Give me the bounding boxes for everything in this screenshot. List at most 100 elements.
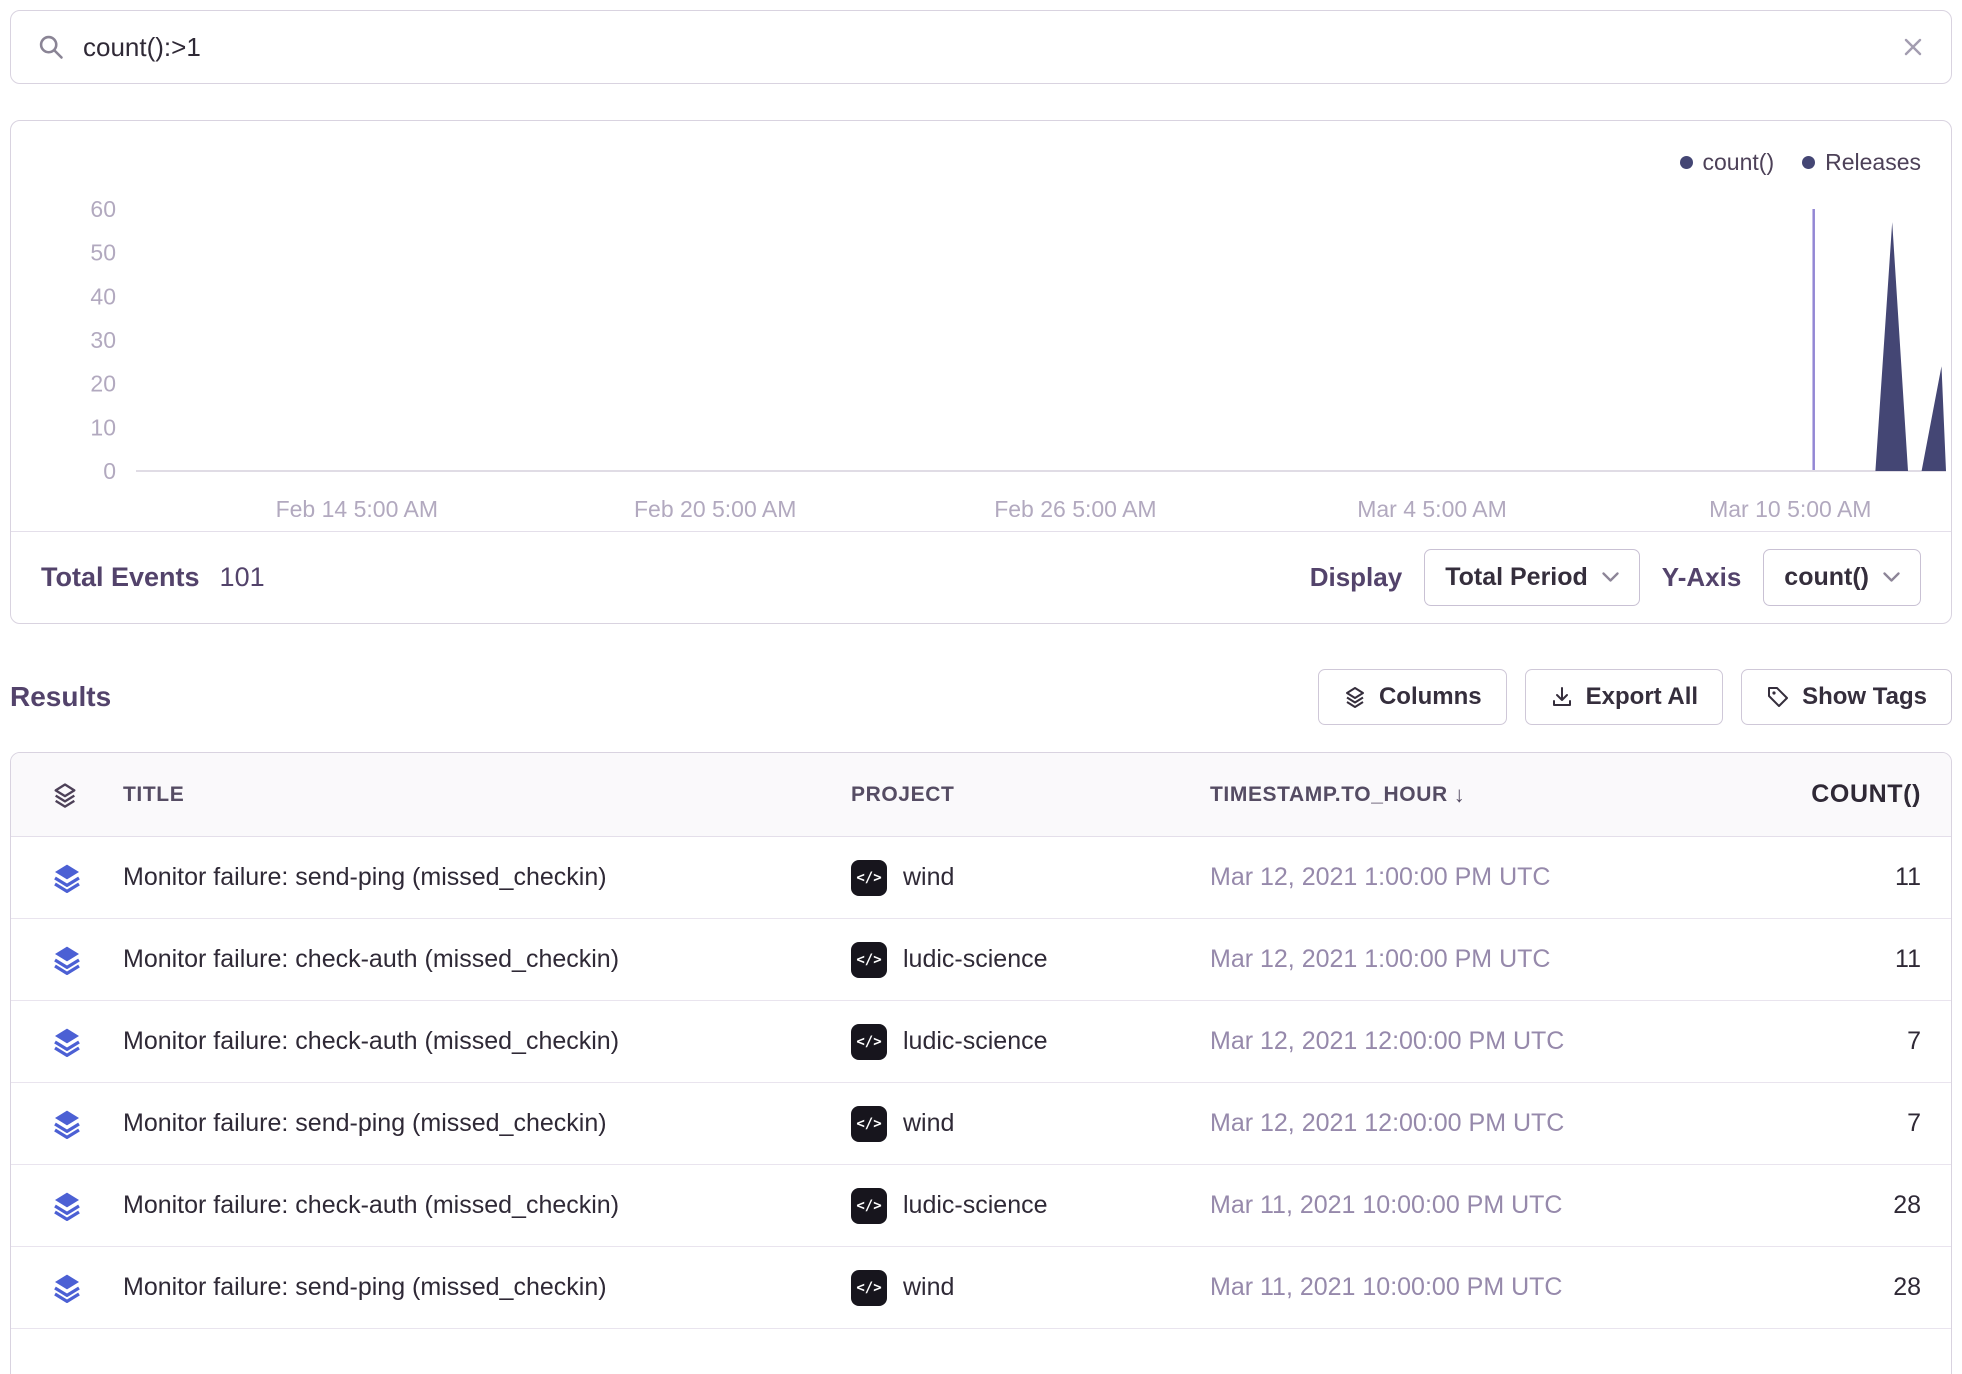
chart-legend: count() Releases [41,145,1921,179]
show-tags-button-label: Show Tags [1802,683,1927,711]
project-name: wind [903,1273,954,1302]
display-dropdown[interactable]: Total Period [1424,549,1640,606]
count-value: 28 [1740,1273,1951,1302]
event-title[interactable]: Monitor failure: check-auth (missed_chec… [123,945,851,974]
results-title: Results [10,681,111,713]
tag-icon [1766,685,1790,709]
sort-descending-icon: ↓ [1454,782,1466,808]
total-events-label: Total Events [41,562,200,593]
chart-area: count() Releases 0102030405060Feb 14 5:0… [11,121,1951,531]
count-value: 11 [1740,863,1951,892]
table-row[interactable]: Monitor failure: send-ping (missed_check… [11,1247,1951,1329]
yaxis-dropdown-value: count() [1784,563,1869,592]
svg-text:Feb 26 5:00 AM: Feb 26 5:00 AM [994,496,1156,522]
project-platform-icon: </> [851,1106,887,1142]
events-chart: 0102030405060Feb 14 5:00 AMFeb 20 5:00 A… [41,179,1962,531]
project-platform-icon: </> [851,942,887,978]
svg-text:20: 20 [90,371,116,397]
results-header: Results Columns [10,668,1952,726]
svg-text:10: 10 [90,414,116,440]
project-name: wind [903,863,954,892]
legend-count-label: count() [1703,149,1775,176]
table-header-row: TITLE PROJECT TIMESTAMP.TO_HOUR ↓ COUNT(… [11,753,1951,837]
table-footer [11,1329,1951,1374]
count-value: 11 [1740,945,1951,974]
column-header-project[interactable]: PROJECT [851,783,1210,807]
event-title[interactable]: Monitor failure: check-auth (missed_chec… [123,1027,851,1056]
chevron-down-icon [1883,572,1900,583]
results-actions: Columns Export All Show [1318,669,1952,725]
events-chart-panel: count() Releases 0102030405060Feb 14 5:0… [10,120,1952,624]
column-header-title[interactable]: TITLE [123,783,851,807]
event-title[interactable]: Monitor failure: send-ping (missed_check… [123,1109,851,1138]
project-cell: </> ludic-science [851,942,1210,978]
svg-text:Feb 20 5:00 AM: Feb 20 5:00 AM [634,496,796,522]
project-cell: </> ludic-science [851,1024,1210,1060]
timestamp-value: Mar 12, 2021 12:00:00 PM UTC [1210,1027,1740,1056]
column-header-timestamp[interactable]: TIMESTAMP.TO_HOUR ↓ [1210,782,1740,808]
total-events-value: 101 [220,562,265,593]
show-tags-button[interactable]: Show Tags [1741,669,1952,725]
timestamp-value: Mar 12, 2021 1:00:00 PM UTC [1210,863,1740,892]
columns-button[interactable]: Columns [1318,669,1507,725]
table-row[interactable]: Monitor failure: check-auth (missed_chec… [11,1165,1951,1247]
project-name: wind [903,1109,954,1138]
count-value: 28 [1740,1191,1951,1220]
table-row[interactable]: Monitor failure: send-ping (missed_check… [11,1083,1951,1165]
export-all-button[interactable]: Export All [1525,669,1723,725]
count-legend-dot [1680,156,1693,169]
results-table: TITLE PROJECT TIMESTAMP.TO_HOUR ↓ COUNT(… [10,752,1952,1374]
project-platform-icon: </> [851,860,887,896]
table-row[interactable]: Monitor failure: check-auth (missed_chec… [11,919,1951,1001]
svg-text:0: 0 [103,458,116,484]
project-cell: </> wind [851,1270,1210,1306]
columns-icon [1343,685,1367,709]
project-name: ludic-science [903,1027,1048,1056]
project-name: ludic-science [903,945,1048,974]
svg-text:Feb 14 5:00 AM: Feb 14 5:00 AM [276,496,438,522]
clear-search-icon[interactable] [1901,35,1925,59]
project-platform-icon: </> [851,1024,887,1060]
search-bar [10,10,1952,84]
svg-text:30: 30 [90,327,116,353]
discover-page: count() Releases 0102030405060Feb 14 5:0… [0,0,1962,1374]
column-header-timestamp-label: TIMESTAMP.TO_HOUR [1210,783,1448,807]
count-value: 7 [1740,1027,1951,1056]
export-all-button-label: Export All [1586,683,1698,711]
chart-controls: Display Total Period Y-Axis count() [1310,549,1921,606]
legend-item-count[interactable]: count() [1680,149,1775,176]
timestamp-value: Mar 12, 2021 12:00:00 PM UTC [1210,1109,1740,1138]
project-platform-icon: </> [851,1188,887,1224]
legend-releases-label: Releases [1825,149,1921,176]
column-header-count[interactable]: COUNT() [1740,780,1951,809]
header-stack-icon [11,781,123,809]
event-title[interactable]: Monitor failure: send-ping (missed_check… [123,863,851,892]
stack-icon[interactable] [11,1026,123,1058]
yaxis-dropdown[interactable]: count() [1763,549,1921,606]
project-cell: </> ludic-science [851,1188,1210,1224]
yaxis-label: Y-Axis [1662,562,1742,593]
search-icon [37,33,65,61]
event-title[interactable]: Monitor failure: send-ping (missed_check… [123,1273,851,1302]
timestamp-value: Mar 11, 2021 10:00:00 PM UTC [1210,1191,1740,1220]
display-dropdown-value: Total Period [1445,563,1588,592]
total-events: Total Events 101 [41,562,265,593]
stack-icon[interactable] [11,1108,123,1140]
chart-footer: Total Events 101 Display Total Period Y-… [11,531,1951,623]
stack-icon[interactable] [11,944,123,976]
search-input[interactable] [83,32,1883,63]
table-row[interactable]: Monitor failure: send-ping (missed_check… [11,837,1951,919]
legend-item-releases[interactable]: Releases [1802,149,1921,176]
table-row[interactable]: Monitor failure: check-auth (missed_chec… [11,1001,1951,1083]
stack-icon[interactable] [11,862,123,894]
columns-button-label: Columns [1379,683,1482,711]
event-title[interactable]: Monitor failure: check-auth (missed_chec… [123,1191,851,1220]
stack-icon[interactable] [11,1190,123,1222]
download-icon [1550,685,1574,709]
timestamp-value: Mar 12, 2021 1:00:00 PM UTC [1210,945,1740,974]
timestamp-value: Mar 11, 2021 10:00:00 PM UTC [1210,1273,1740,1302]
project-cell: </> wind [851,1106,1210,1142]
display-label: Display [1310,562,1403,593]
svg-text:Mar 4 5:00 AM: Mar 4 5:00 AM [1357,496,1507,522]
stack-icon[interactable] [11,1272,123,1304]
